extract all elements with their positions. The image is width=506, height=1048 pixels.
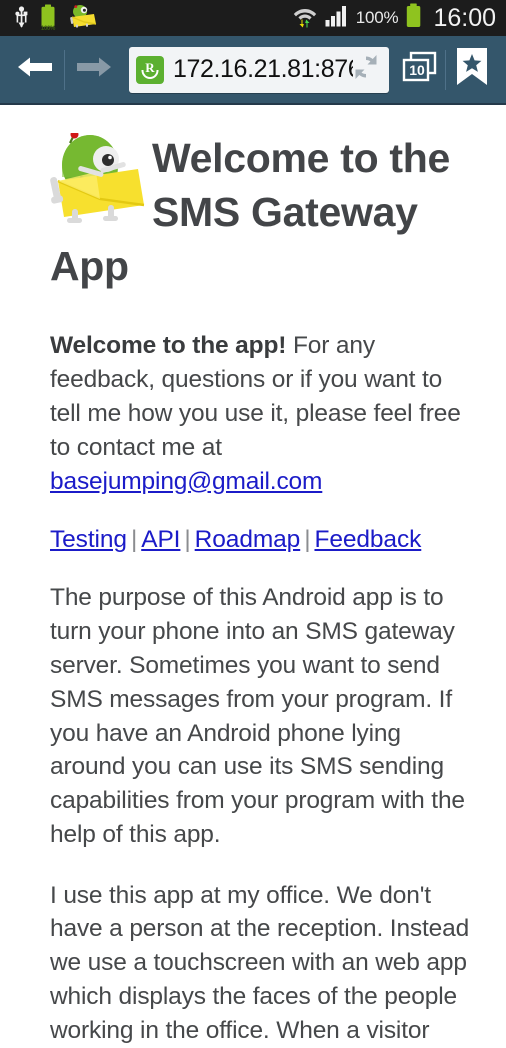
battery-small-label: 100% [40,25,56,32]
battery-percent-label: 100% [355,8,399,27]
android-status-bar: 100% 100% 16:00 [0,0,506,36]
usb-icon [14,6,29,30]
tab-count-label: 10 [409,61,425,78]
toolbar-divider-2 [445,49,446,90]
reload-icon [351,52,381,87]
email-link[interactable]: basejumping@gmail.com [50,468,322,495]
web-page-content: Welcome to the SMS Gateway App Welcome t… [0,105,506,1048]
url-text[interactable]: 172.16.21.81:876 [173,55,353,84]
link-roadmap[interactable]: Roadmap [195,526,301,553]
page-title: Welcome to the SMS Gateway App [50,130,478,293]
cellular-signal-icon [325,5,349,32]
browser-toolbar: R 172.16.21.81:876 10 [0,36,506,105]
wifi-data-transfer-icon [292,4,318,33]
link-api[interactable]: API [141,526,180,553]
purpose-paragraph: The purpose of this Android app is to tu… [50,584,465,848]
bookmark-button[interactable] [448,44,496,96]
favicon-curve [141,69,159,79]
site-favicon-icon: R [136,55,164,84]
battery-full-icon [405,3,422,33]
link-testing[interactable]: Testing [50,526,127,553]
toolbar-divider-1 [64,49,65,90]
link-feedback[interactable]: Feedback [314,526,421,553]
status-clock: 16:00 [433,3,496,32]
bookmark-star-icon [455,47,489,92]
back-arrow-icon [16,52,54,87]
intro-bold-text: Welcome to the app! [50,332,287,360]
battery-charging-icon: 100% [40,4,56,33]
link-separator-3: | [304,526,311,554]
status-bar-right-icons: 100% 16:00 [292,3,496,33]
back-button[interactable] [8,42,62,98]
forward-button[interactable] [67,42,121,98]
nav-links-row: Testing | API | Roadmap | Feedback [50,526,478,554]
android-sms-app-icon [67,4,97,33]
intro-paragraph: Welcome to the app! For any feedback, qu… [50,329,478,498]
tabs-button[interactable]: 10 [397,45,443,95]
robot-envelope-logo [50,130,146,223]
office-paragraph: I use this app at my office. We don't ha… [50,881,470,1044]
reload-button[interactable] [349,53,383,87]
address-bar[interactable]: R 172.16.21.81:876 [129,46,389,93]
status-bar-left-icons: 100% [14,4,97,33]
link-separator-2: | [184,526,191,554]
forward-arrow-icon [75,52,113,87]
link-separator-1: | [130,526,138,554]
